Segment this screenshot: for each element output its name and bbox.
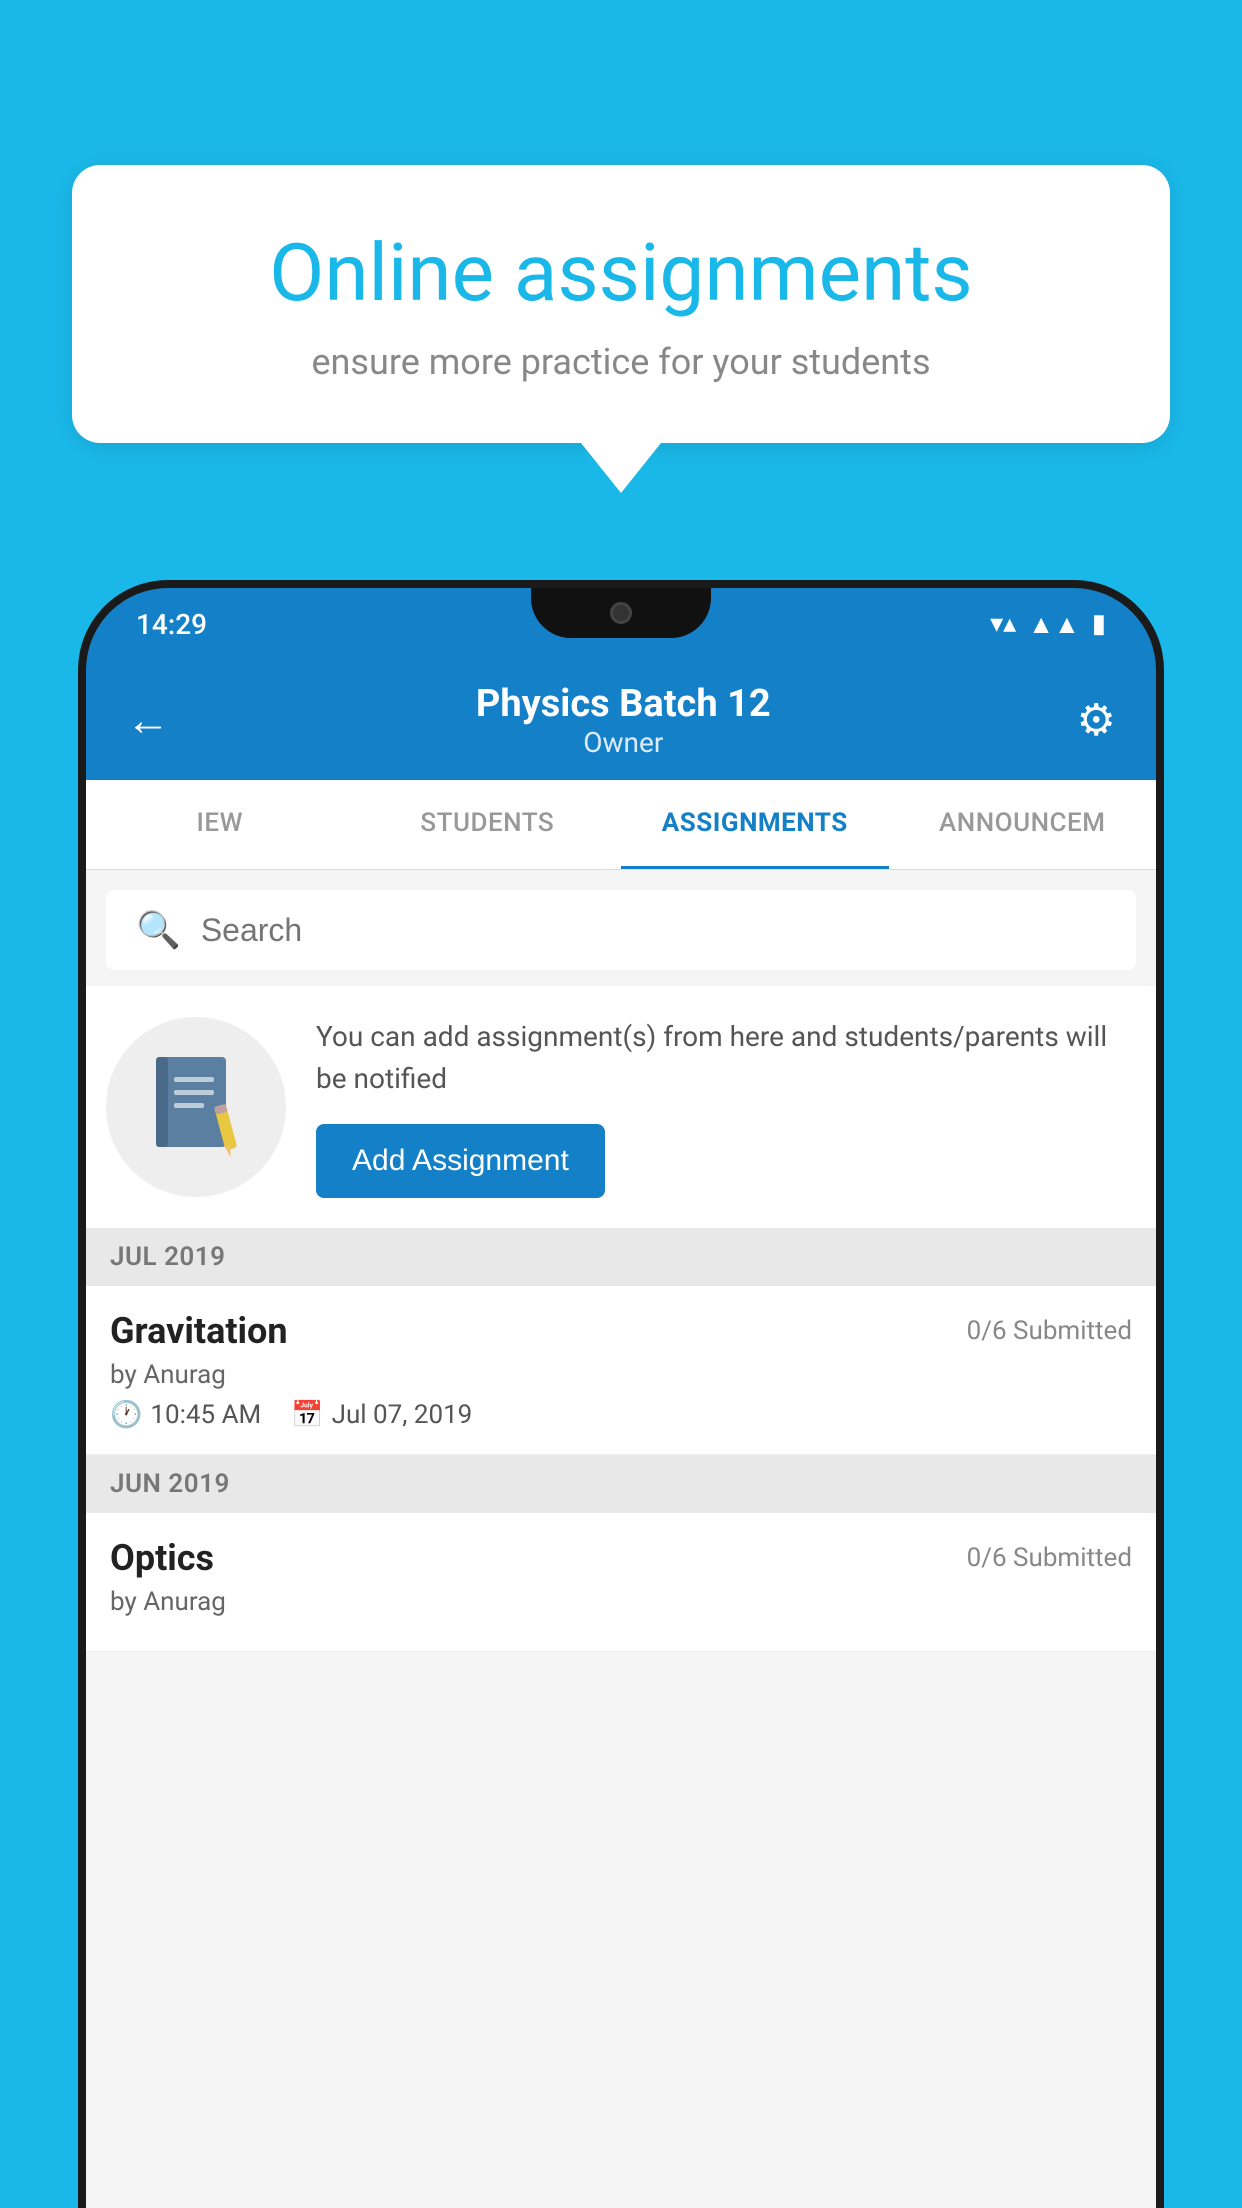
speech-bubble-container: Online assignments ensure more practice … — [72, 165, 1170, 493]
assignment-optics-name: Optics — [110, 1537, 214, 1579]
assignment-gravitation-name: Gravitation — [110, 1310, 288, 1352]
phone-inner: 14:29 ▾▴ ▲▲ ▮ ← Physics Batch 12 Owner ⚙… — [86, 588, 1156, 2208]
assignment-gravitation-date: 📅 Jul 07, 2019 — [291, 1400, 472, 1430]
tab-students[interactable]: STUDENTS — [354, 780, 622, 869]
notebook-icon — [146, 1052, 246, 1162]
assignment-gravitation[interactable]: Gravitation 0/6 Submitted by Anurag 🕐 10… — [86, 1286, 1156, 1455]
header-title: Physics Batch 12 — [476, 682, 771, 726]
tab-announcements[interactable]: ANNOUNCEM — [889, 780, 1157, 869]
add-assignment-button[interactable]: Add Assignment — [316, 1124, 605, 1198]
bubble-subtitle: ensure more practice for your students — [142, 341, 1100, 383]
phone-frame: 14:29 ▾▴ ▲▲ ▮ ← Physics Batch 12 Owner ⚙… — [78, 580, 1164, 2208]
tabs-bar: IEW STUDENTS ASSIGNMENTS ANNOUNCEM — [86, 780, 1156, 870]
settings-button[interactable]: ⚙ — [1077, 694, 1116, 746]
assignment-gravitation-by: by Anurag — [110, 1360, 1132, 1390]
battery-icon: ▮ — [1092, 609, 1106, 639]
assignment-optics-by: by Anurag — [110, 1587, 1132, 1617]
tab-iew[interactable]: IEW — [86, 780, 354, 869]
assignment-gravitation-submitted: 0/6 Submitted — [967, 1316, 1132, 1346]
notch — [531, 588, 711, 638]
speech-bubble-tail — [581, 443, 661, 493]
search-icon: 🔍 — [136, 909, 181, 951]
app-header: ← Physics Batch 12 Owner ⚙ — [86, 660, 1156, 780]
info-card: You can add assignment(s) from here and … — [86, 986, 1156, 1228]
notebook-icon-circle — [106, 1017, 286, 1197]
search-bar: 🔍 — [106, 890, 1136, 970]
assignment-optics[interactable]: Optics 0/6 Submitted by Anurag — [86, 1513, 1156, 1652]
section-jun-2019: JUN 2019 — [86, 1455, 1156, 1513]
assignment-optics-submitted: 0/6 Submitted — [967, 1543, 1132, 1573]
bubble-title: Online assignments — [142, 225, 1100, 321]
calendar-icon: 📅 — [291, 1400, 323, 1430]
assignment-gravitation-time: 🕐 10:45 AM — [110, 1400, 261, 1430]
section-jul-2019: JUL 2019 — [86, 1228, 1156, 1286]
notch-camera — [610, 602, 632, 624]
header-center: Physics Batch 12 Owner — [476, 682, 771, 759]
info-card-right: You can add assignment(s) from here and … — [316, 1016, 1136, 1198]
status-icons: ▾▴ ▲▲ ▮ — [990, 609, 1106, 640]
info-card-text: You can add assignment(s) from here and … — [316, 1016, 1136, 1100]
tab-assignments[interactable]: ASSIGNMENTS — [621, 780, 889, 869]
speech-bubble: Online assignments ensure more practice … — [72, 165, 1170, 443]
clock-icon: 🕐 — [110, 1400, 142, 1430]
search-input[interactable] — [201, 912, 1106, 949]
back-button[interactable]: ← — [126, 694, 170, 746]
status-time: 14:29 — [136, 608, 207, 641]
wifi-icon: ▾▴ — [990, 609, 1016, 639]
signal-icon: ▲▲ — [1028, 609, 1079, 640]
content-area: 🔍 — [86, 870, 1156, 2208]
header-subtitle: Owner — [476, 726, 771, 759]
